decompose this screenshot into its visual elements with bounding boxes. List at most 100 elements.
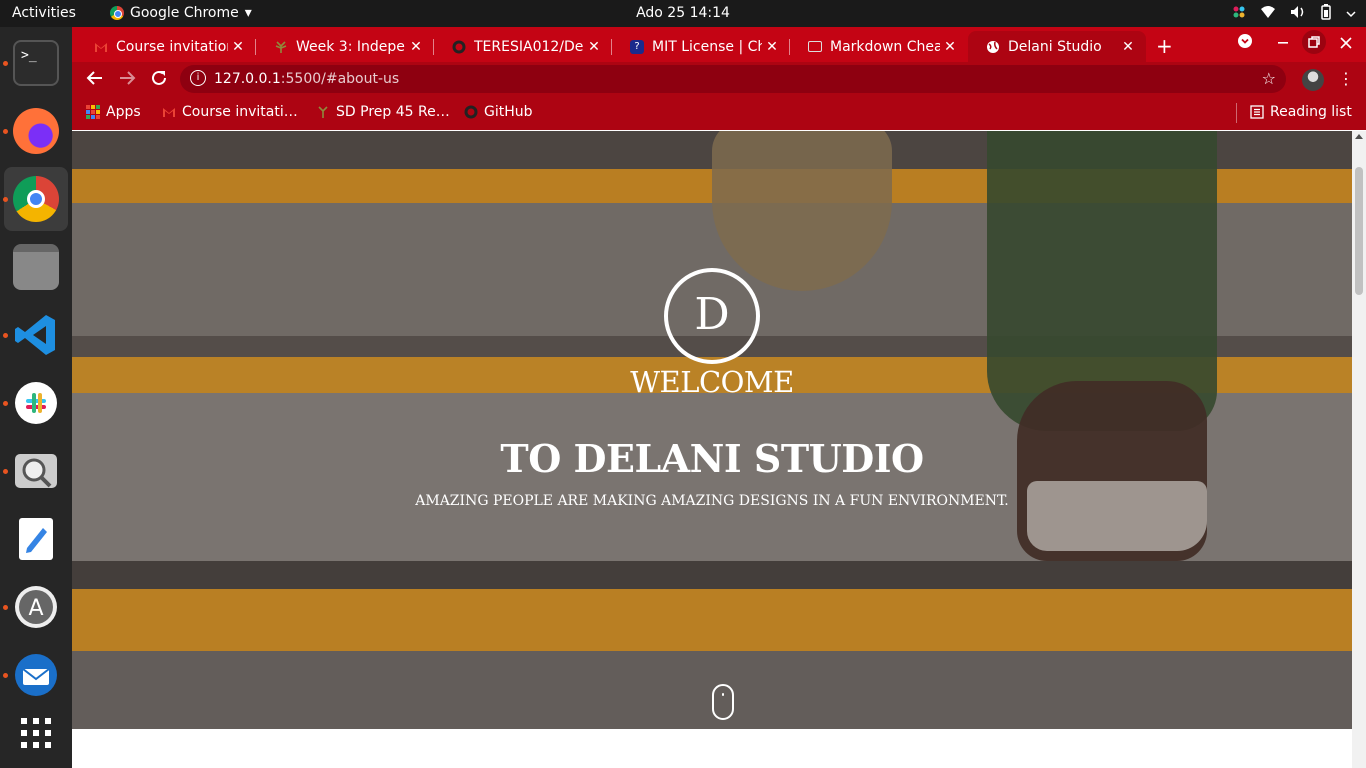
close-tab-icon[interactable]: ✕ <box>762 39 782 55</box>
bookmark-label: Course invitati… <box>182 104 298 120</box>
chrome-menu-icon[interactable]: ⋮ <box>1338 69 1354 88</box>
running-indicator <box>3 401 8 406</box>
scrollbar-thumb[interactable] <box>1355 167 1363 295</box>
thunderbird-icon <box>15 654 57 696</box>
chrome-icon <box>13 176 59 222</box>
chrome-icon <box>110 6 124 20</box>
magnifier-icon <box>15 454 57 488</box>
site-info-icon[interactable]: i <box>190 70 206 86</box>
tab-title: MIT License | Choose <box>652 38 762 55</box>
close-tab-icon[interactable]: ✕ <box>584 39 604 55</box>
tab-search-icon <box>1238 34 1252 48</box>
moringa-icon <box>318 106 328 118</box>
tab-github-repo[interactable]: TERESIA012/Delani ✕ <box>434 31 612 62</box>
scroll-down-mouse-icon[interactable] <box>712 684 734 720</box>
tab-week-3[interactable]: Week 3: Independent ✕ <box>256 31 434 62</box>
hero-welcome: WELCOME <box>630 365 794 399</box>
new-tab-button[interactable]: + <box>1156 34 1173 58</box>
software-launcher[interactable]: A <box>4 575 68 639</box>
tab-title: Delani Studio <box>1008 38 1102 55</box>
screenshot-launcher[interactable] <box>4 439 68 503</box>
address-bar[interactable]: i 127.0.0.1:5500/#about-us ☆ <box>180 65 1286 93</box>
github-icon <box>452 40 466 53</box>
tab-mit-license[interactable]: ? MIT License | Choose ✕ <box>612 31 790 62</box>
vscode-icon <box>15 315 55 355</box>
bookmark-github[interactable]: GitHub <box>464 104 533 120</box>
hero-tagline: AMAZING PEOPLE ARE MAKING AMAZING DESIGN… <box>415 493 1009 509</box>
bookmark-star-icon[interactable]: ☆ <box>1262 69 1276 88</box>
browser-toolbar: i 127.0.0.1:5500/#about-us ☆ ⋮ <box>72 62 1366 96</box>
chevron-down-icon: ▾ <box>244 5 252 21</box>
activities-button[interactable]: Activities <box>12 5 76 21</box>
scroll-up-icon[interactable] <box>1355 134 1363 139</box>
tab-course-invitation[interactable]: Course invitation ✕ <box>76 31 256 62</box>
bookmark-sd-prep[interactable]: SD Prep 45 Re… <box>316 104 450 120</box>
slack-tray-icon[interactable] <box>1232 5 1246 23</box>
bookmark-apps[interactable]: Apps <box>86 104 141 120</box>
forward-button[interactable] <box>118 69 136 91</box>
close-tab-icon[interactable]: ✕ <box>406 39 426 55</box>
terminal-icon: >_ <box>13 40 59 86</box>
tab-title: Course invitation <box>116 38 228 55</box>
bookmark-label: GitHub <box>484 104 533 120</box>
page-viewport: D WELCOME TO DELANI STUDIO AMAZING PEOPL… <box>72 131 1352 768</box>
show-applications-button[interactable] <box>4 701 68 765</box>
firefox-launcher[interactable] <box>4 99 68 163</box>
bookmark-course-invitation[interactable]: Course invitati… <box>162 104 298 120</box>
reload-icon <box>152 70 166 85</box>
reload-button[interactable] <box>150 69 168 91</box>
ubuntu-dock: >_ A <box>0 27 72 768</box>
battery-icon[interactable] <box>1320 4 1332 24</box>
back-button[interactable] <box>86 69 104 91</box>
chrome-window: Course invitation ✕ Week 3: Independent … <box>72 27 1366 768</box>
gmail-icon <box>163 108 175 117</box>
running-indicator <box>3 197 8 202</box>
gmail-icon <box>95 42 107 52</box>
running-indicator <box>3 673 8 678</box>
tab-search-button[interactable] <box>1237 33 1253 53</box>
reading-list-button[interactable]: Reading list <box>1250 104 1352 120</box>
page-scrollbar[interactable] <box>1352 131 1366 768</box>
app-menu[interactable]: Google Chrome ▾ <box>110 5 252 21</box>
reading-list-icon <box>1250 105 1264 119</box>
running-indicator <box>3 61 8 66</box>
svg-text:A: A <box>28 596 43 621</box>
running-indicator <box>3 333 8 338</box>
terminal-launcher[interactable]: >_ <box>4 31 68 95</box>
close-tab-icon[interactable]: ✕ <box>228 39 248 55</box>
back-arrow-icon <box>86 71 102 85</box>
system-tray[interactable] <box>1232 4 1356 24</box>
close-tab-icon[interactable]: ✕ <box>940 39 960 55</box>
files-launcher[interactable] <box>4 235 68 299</box>
vscode-launcher[interactable] <box>4 303 68 367</box>
globe-icon <box>987 40 999 53</box>
tab-title: Markdown Cheatsheet <box>830 38 940 55</box>
wifi-icon[interactable] <box>1260 5 1276 23</box>
software-store-icon: A <box>15 586 57 628</box>
hero-section: D WELCOME TO DELANI STUDIO AMAZING PEOPL… <box>72 131 1352 729</box>
restore-button[interactable] <box>1302 30 1326 54</box>
app-grid-icon <box>21 718 51 748</box>
chrome-launcher[interactable] <box>4 167 68 231</box>
running-indicator <box>3 605 8 610</box>
bookmark-label: SD Prep 45 Re… <box>336 104 450 120</box>
folder-icon <box>13 244 59 290</box>
tab-delani-studio[interactable]: Delani Studio ✕ <box>968 31 1146 62</box>
tab-markdown-cheatsheet[interactable]: Markdown Cheatsheet ✕ <box>790 31 968 62</box>
text-editor-launcher[interactable] <box>4 507 68 571</box>
slack-launcher[interactable] <box>4 371 68 435</box>
minimize-button[interactable] <box>1276 31 1290 51</box>
apps-grid-icon <box>86 105 100 119</box>
thunderbird-launcher[interactable] <box>4 643 68 707</box>
github-icon <box>464 105 478 119</box>
restore-icon <box>1308 36 1320 48</box>
running-indicator <box>3 469 8 474</box>
close-window-button[interactable] <box>1340 35 1352 53</box>
bookmarks-bar: Apps Course invitati… SD Prep 45 Re… Git… <box>72 96 1366 130</box>
close-tab-icon[interactable]: ✕ <box>1118 39 1138 55</box>
profile-avatar[interactable] <box>1302 69 1324 91</box>
power-menu-icon[interactable] <box>1346 6 1356 22</box>
volume-icon[interactable] <box>1290 5 1306 23</box>
minimize-icon <box>1278 42 1288 44</box>
moringa-icon <box>275 40 287 53</box>
